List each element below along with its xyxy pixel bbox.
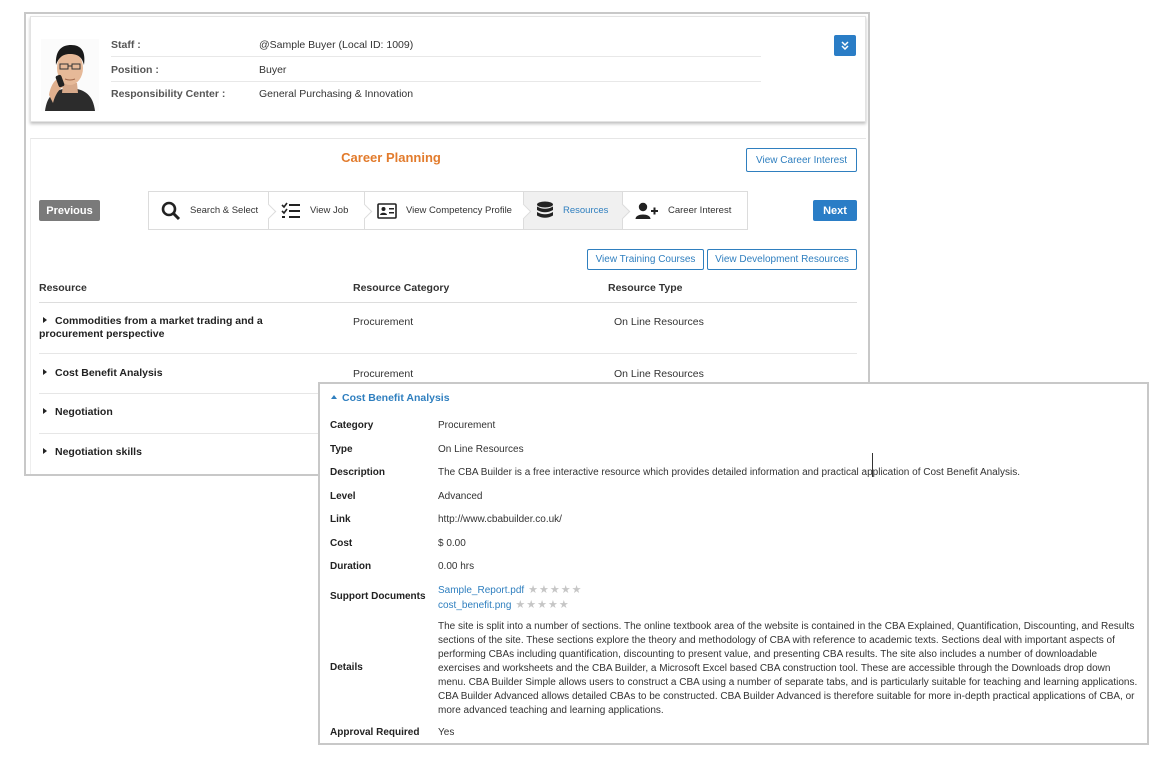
star-rating[interactable]: ★★★★★ — [515, 599, 569, 611]
resource-type: On Line Resources — [614, 368, 704, 380]
position-row: Position : Buyer — [111, 58, 761, 82]
document-item: Sample_Report.pdf ★★★★★ — [438, 583, 582, 596]
duration-value: 0.00 hrs — [438, 561, 475, 572]
cost-label: Cost — [330, 538, 353, 549]
type-value: On Line Resources — [438, 444, 524, 455]
resource-category: Procurement — [353, 316, 414, 328]
staff-value: @Sample Buyer (Local ID: 1009) — [259, 39, 414, 51]
search-icon — [161, 201, 181, 221]
details-value: The site is split into a number of secti… — [438, 621, 1138, 716]
category-value: Procurement — [438, 420, 496, 431]
expand-caret-icon — [43, 317, 47, 323]
database-icon — [536, 201, 554, 221]
staff-label: Staff : — [111, 39, 141, 51]
step-label: View Job — [310, 205, 349, 216]
table-row[interactable]: Commodities from a market trading and a … — [39, 303, 857, 354]
responsibility-center-label: Responsibility Center : — [111, 88, 226, 100]
double-chevron-down-icon — [841, 41, 849, 50]
detail-collapse-toggle[interactable]: Cost Benefit Analysis — [330, 392, 450, 404]
column-header-type: Resource Type — [608, 282, 683, 294]
add-user-icon — [635, 202, 659, 220]
step-label: Career Interest — [668, 205, 732, 216]
career-planning-title: Career Planning — [341, 150, 441, 165]
staff-row: Staff : @Sample Buyer (Local ID: 1009) — [111, 33, 761, 57]
description-value: The CBA Builder is a free interactive re… — [438, 467, 1020, 478]
staff-info-card: Staff : @Sample Buyer (Local ID: 1009) P… — [30, 16, 866, 122]
expand-caret-icon — [43, 369, 47, 375]
column-header-category: Resource Category — [353, 282, 450, 294]
step-label: View Competency Profile — [406, 205, 512, 216]
view-career-interest-button[interactable]: View Career Interest — [746, 148, 857, 172]
responsibility-center-row: Responsibility Center : General Purchasi… — [111, 82, 761, 106]
career-steps: Search & Select View Job View Competency… — [148, 191, 748, 230]
detail-support-docs-row: Support Documents Sample_Report.pdf ★★★★★… — [330, 583, 1140, 615]
step-resources[interactable]: Resources — [524, 192, 623, 229]
view-training-courses-button[interactable]: View Training Courses — [587, 249, 704, 270]
table-header: Resource Resource Category Resource Type — [39, 279, 857, 303]
document-link[interactable]: Sample_Report.pdf — [438, 585, 524, 596]
support-documents-label: Support Documents — [330, 591, 426, 602]
detail-details-row: Details The site is split into a number … — [330, 620, 1140, 718]
level-value: Advanced — [438, 491, 483, 502]
step-search-select[interactable]: Search & Select — [149, 192, 269, 229]
staff-avatar — [41, 39, 99, 111]
document-link[interactable]: cost_benefit.png — [438, 600, 511, 611]
resource-detail-panel: Cost Benefit Analysis Category Procureme… — [318, 382, 1149, 745]
resource-name-text: Cost Benefit Analysis — [55, 367, 163, 379]
resource-name-text: Negotiation — [55, 406, 113, 418]
star-rating[interactable]: ★★★★★ — [528, 584, 582, 596]
expand-caret-icon — [43, 448, 47, 454]
cost-value: $ 0.00 — [438, 538, 466, 549]
step-career-interest[interactable]: Career Interest — [623, 192, 747, 229]
duration-label: Duration — [330, 561, 372, 572]
previous-button[interactable]: Previous — [39, 200, 100, 221]
resource-category: Procurement — [353, 368, 414, 380]
column-header-resource: Resource — [39, 282, 87, 294]
detail-title: Cost Benefit Analysis — [342, 392, 450, 404]
resource-name: Commodities from a market trading and a … — [39, 315, 309, 341]
resource-name-text: Commodities from a market trading and a … — [39, 315, 263, 340]
approval-label: Approval Required — [330, 727, 420, 738]
type-label: Type — [330, 444, 353, 455]
collapse-button[interactable] — [834, 35, 856, 56]
resource-name: Negotiation — [39, 406, 309, 419]
resource-name: Cost Benefit Analysis — [39, 367, 309, 380]
resource-link[interactable]: http://www.cbabuilder.co.uk/ — [438, 514, 562, 525]
link-label: Link — [330, 514, 351, 525]
description-label: Description — [330, 467, 386, 478]
id-card-icon — [377, 202, 397, 219]
level-label: Level — [330, 491, 356, 502]
resource-name: Negotiation skills — [39, 446, 309, 459]
text-cursor — [872, 453, 873, 477]
position-label: Position : — [111, 64, 159, 76]
position-value: Buyer — [259, 64, 287, 76]
checklist-icon — [281, 202, 301, 220]
step-view-competency-profile[interactable]: View Competency Profile — [365, 192, 524, 229]
next-button[interactable]: Next — [813, 200, 857, 221]
category-label: Category — [330, 420, 374, 431]
resource-type: On Line Resources — [614, 316, 704, 328]
resource-name-text: Negotiation skills — [55, 446, 142, 458]
responsibility-center-value: General Purchasing & Innovation — [259, 88, 414, 100]
document-item: cost_benefit.png ★★★★★ — [438, 598, 570, 611]
caret-up-icon — [331, 395, 337, 399]
expand-caret-icon — [43, 408, 47, 414]
step-label: Search & Select — [190, 205, 259, 216]
details-label: Details — [330, 662, 363, 673]
approval-value: Yes — [438, 727, 455, 738]
step-view-job[interactable]: View Job — [269, 192, 365, 229]
view-development-resources-button[interactable]: View Development Resources — [707, 249, 857, 270]
step-label: Resources — [563, 205, 609, 216]
